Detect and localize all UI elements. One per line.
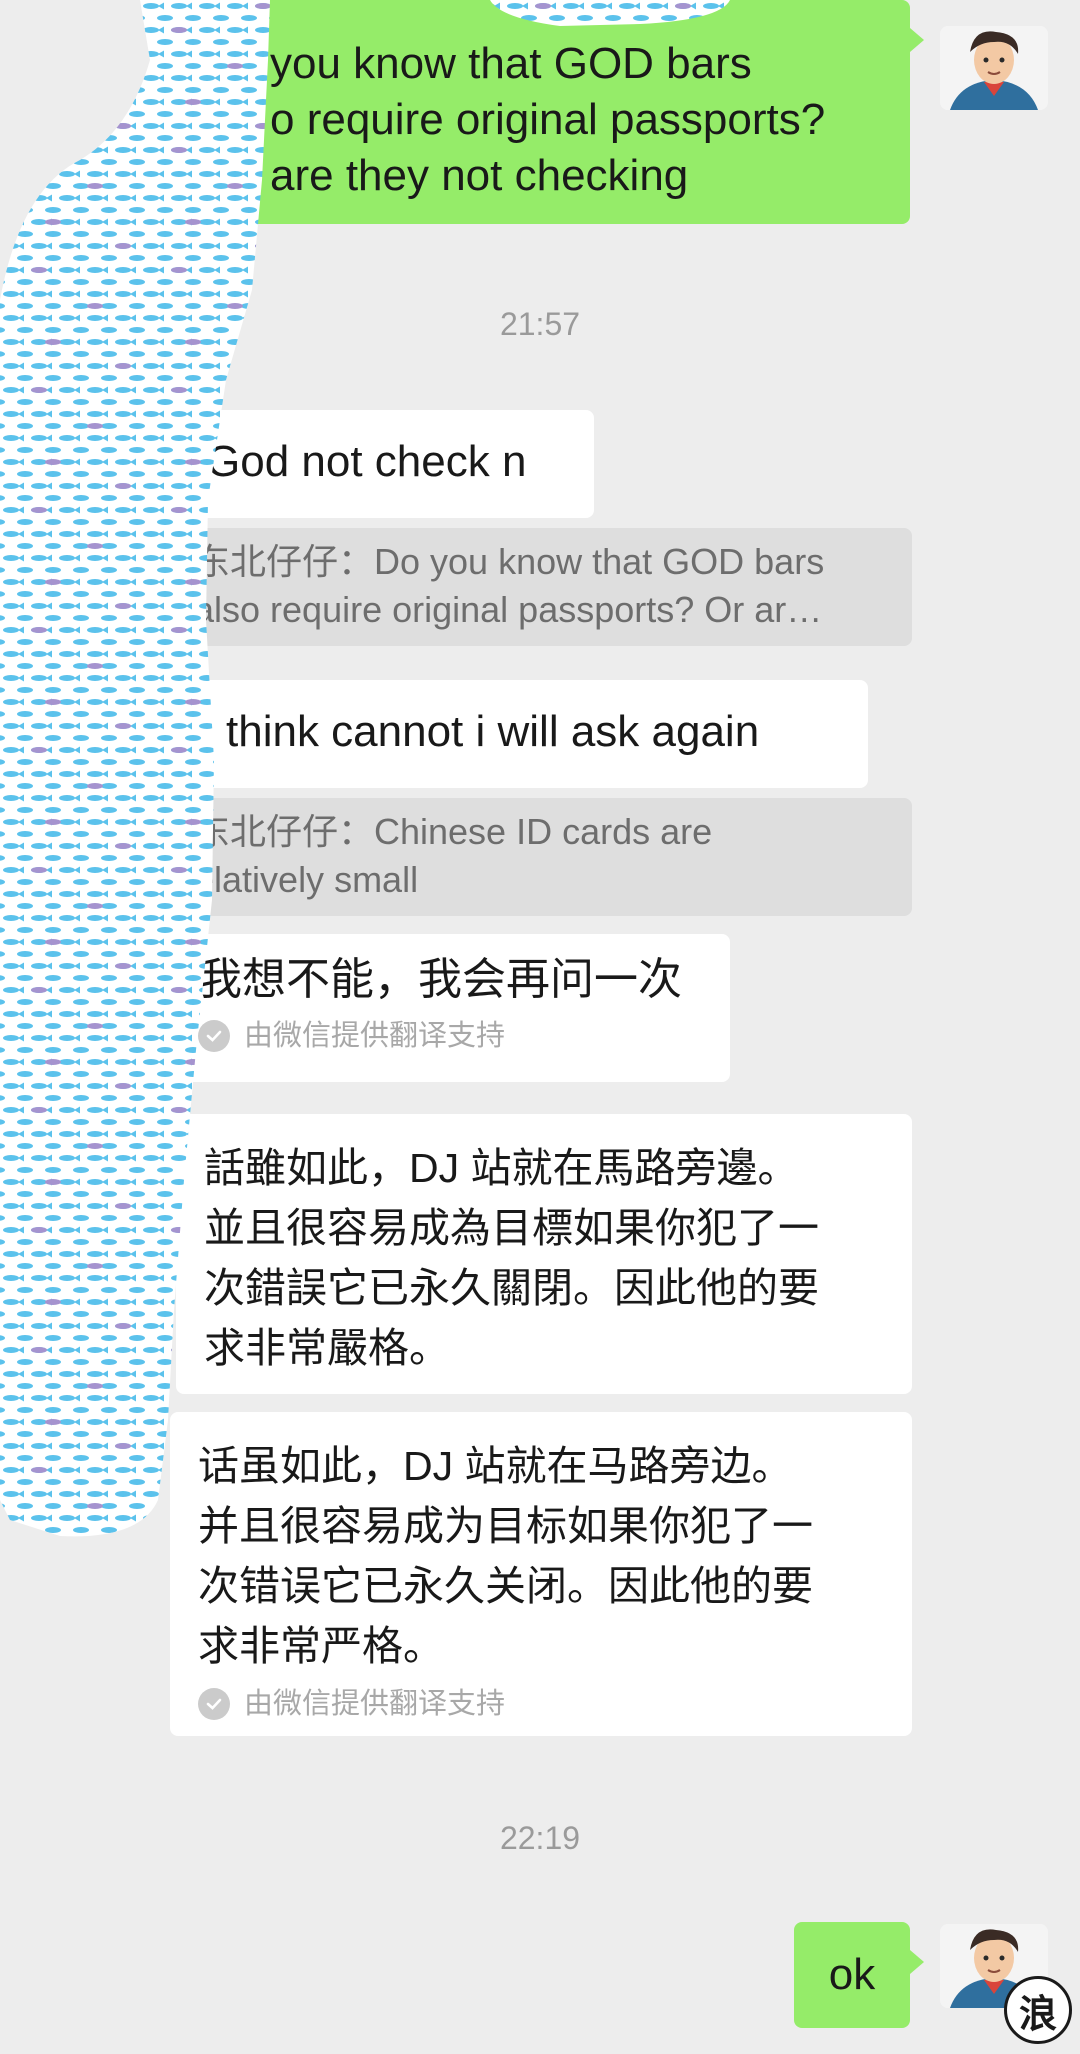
message-text: ok <box>828 1950 876 1999</box>
message-line: o require original passports? <box>270 95 826 144</box>
message-line: 求非常嚴格。 <box>204 1325 450 1371</box>
translation-note: 由微信提供翻译支持 <box>198 1686 884 1722</box>
message-line: 次錯誤它已永久關閉。因此他的要 <box>204 1265 819 1311</box>
check-circle-icon <box>198 1020 230 1052</box>
timestamp: 22:19 <box>499 1820 581 1856</box>
quoted-message[interactable]: 东北仔仔：Chinese ID cards are elatively smal… <box>176 798 912 916</box>
quote-line: elatively small <box>194 859 419 900</box>
message-line: are they not checking <box>270 151 689 200</box>
message-line: 话虽如此，DJ 站就在马路旁边。 <box>198 1443 793 1489</box>
message-line: 次错误它已永久关闭。因此他的要 <box>198 1563 813 1609</box>
quote-line: 东北仔仔：Do you know that GOD bars <box>194 541 825 582</box>
quote-line: 东北仔仔：Chinese ID cards are <box>194 811 713 852</box>
message-line: 話雖如此，DJ 站就在馬路旁邊。 <box>204 1145 799 1191</box>
message-text: God not check n <box>206 437 527 486</box>
translation-bubble[interactable]: 话虽如此，DJ 站就在马路旁边。 并且很容易成为目标如果你犯了一 次错误它已永久… <box>170 1412 912 1736</box>
timestamp: 21:57 <box>499 306 581 342</box>
watermark-badge: 浪 <box>1004 1976 1072 2044</box>
watermark-text: 浪 <box>1018 1993 1057 2036</box>
user-avatar[interactable] <box>940 26 1048 110</box>
message-text: think cannot i will ask again <box>226 707 760 756</box>
message-line: 求非常严格。 <box>198 1623 444 1669</box>
translation-bubble[interactable]: 我想不能，我会再问一次 由微信提供翻译支持 <box>162 934 730 1082</box>
received-message-bubble[interactable]: God not check n <box>162 410 594 518</box>
message-line: 并且很容易成为目标如果你犯了一 <box>198 1503 813 1549</box>
translation-note: 由微信提供翻译支持 <box>198 1018 708 1054</box>
sent-message-bubble-1[interactable]: you know that GOD bars o require origina… <box>150 0 924 224</box>
quote-line: also require original passports? Or ar… <box>194 589 823 630</box>
message-line: you know that GOD bars <box>270 39 752 88</box>
sent-message-bubble-ok[interactable]: ok <box>794 1922 924 2028</box>
cartoon-man-avatar-icon <box>940 26 1048 110</box>
translation-note-text: 由微信提供翻译支持 <box>244 1688 506 1720</box>
check-circle-icon <box>198 1688 230 1720</box>
quoted-message[interactable]: 东北仔仔：Do you know that GOD bars also requ… <box>176 528 912 646</box>
received-message-bubble[interactable]: 話雖如此，DJ 站就在馬路旁邊。 並且很容易成為目標如果你犯了一 次錯誤它已永久… <box>176 1114 912 1394</box>
message-line: 並且很容易成為目標如果你犯了一 <box>204 1205 819 1251</box>
translation-note-text: 由微信提供翻译支持 <box>244 1020 506 1052</box>
received-message-bubble[interactable]: think cannot i will ask again <box>162 680 868 788</box>
translation-text: 我想不能，我会再问一次 <box>198 955 682 1004</box>
